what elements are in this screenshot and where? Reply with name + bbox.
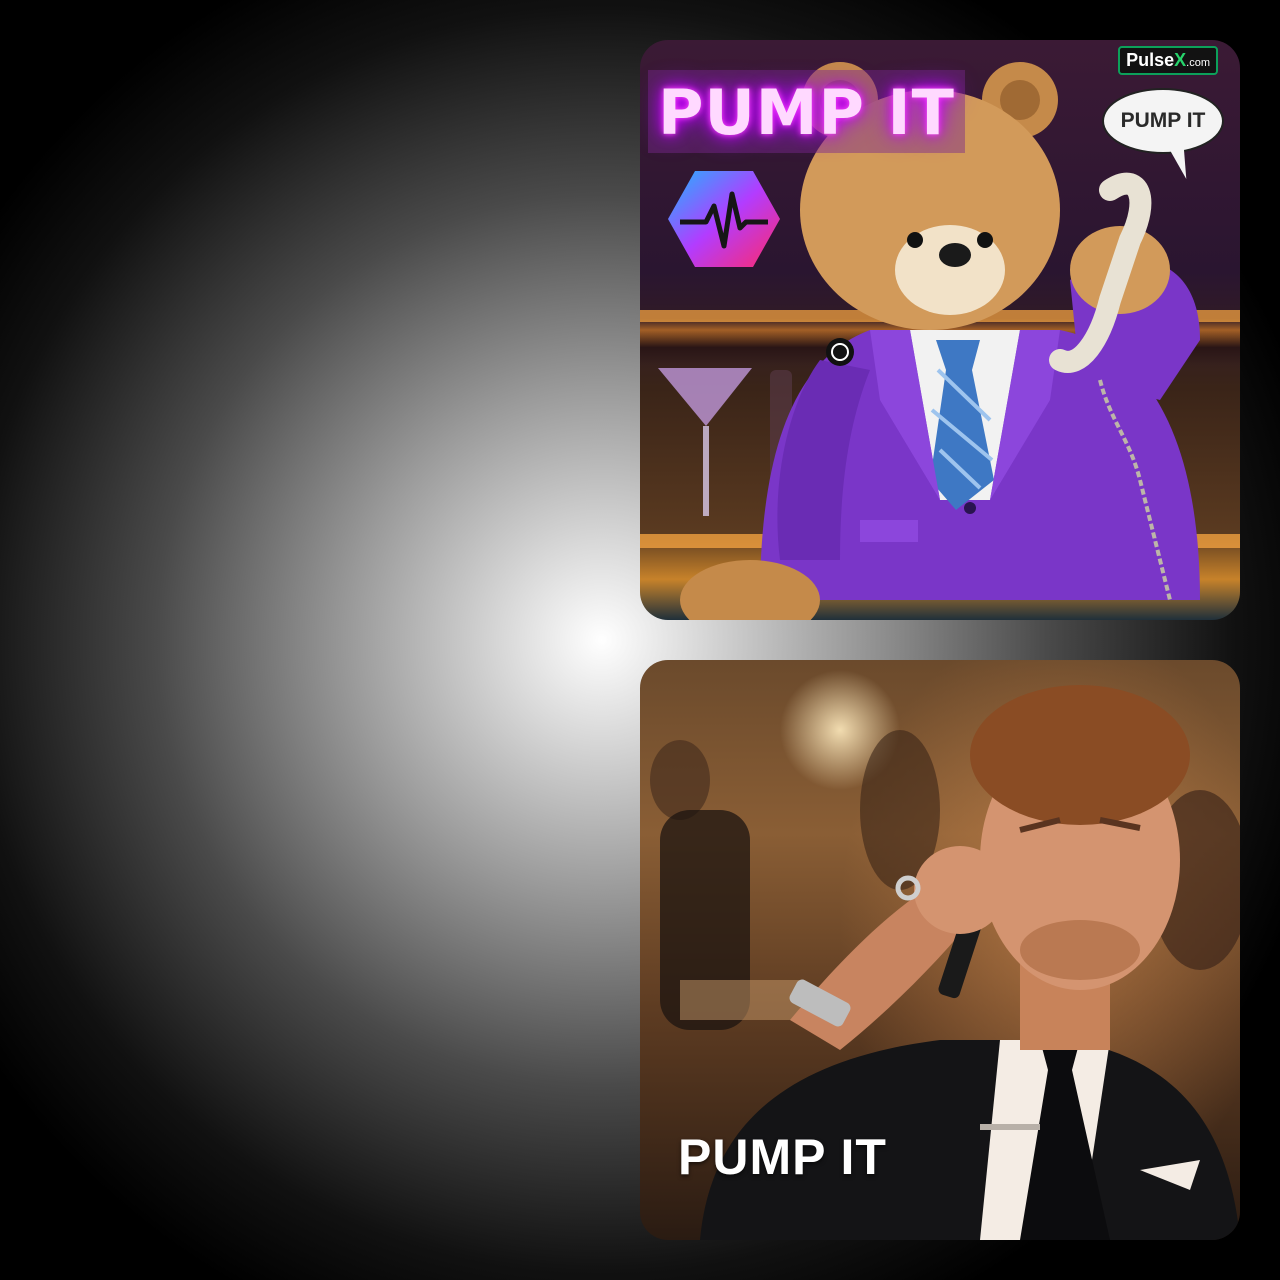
speech-bubble-text: PUMP IT <box>1120 109 1206 132</box>
brand-x: X <box>1174 50 1187 70</box>
neon-sign: PUMP IT <box>648 70 965 153</box>
pulsex-brand-badge: PulseX.com <box>1118 46 1218 75</box>
meme-caption: PUMP IT <box>678 1129 887 1185</box>
brand-suffix: .com <box>1186 57 1210 69</box>
bear-meme-panel: PUMP IT PulseX.com PUMP IT <box>640 40 1240 620</box>
man-on-phone-panel: PUMP IT <box>640 660 1240 1240</box>
speech-bubble: PUMP IT <box>1102 88 1224 154</box>
brand-name: Pulse <box>1126 50 1175 70</box>
pulse-hexagon-icon <box>668 171 780 267</box>
